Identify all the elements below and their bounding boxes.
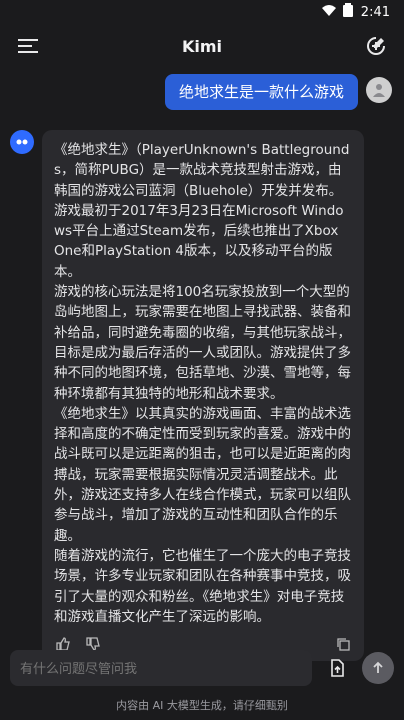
user-message-bubble: 绝地求生是一款什么游戏: [164, 74, 358, 110]
menu-icon[interactable]: [16, 34, 40, 58]
status-time: 2:41: [360, 4, 390, 20]
status-bar: 2:41: [0, 0, 404, 24]
battery-icon: [342, 3, 353, 21]
page-title: Kimi: [181, 36, 223, 56]
user-avatar-icon[interactable]: [366, 77, 392, 103]
assistant-message-text: 《绝地求生》（PlayerUnknown's Battlegrounds，简称P…: [54, 142, 351, 625]
wifi-icon: [321, 3, 337, 21]
footer-disclaimer: 内容由 AI 大模型生成，请仔细甄别: [116, 699, 288, 712]
composer: [0, 645, 404, 691]
status-icons: [321, 3, 353, 21]
assistant-avatar-row: [10, 130, 34, 154]
assistant-message-bubble: 《绝地求生》（PlayerUnknown's Battlegrounds，简称P…: [42, 130, 364, 662]
bot-avatar-icon: [10, 130, 34, 154]
new-chat-icon[interactable]: [364, 34, 388, 58]
user-message-row: 绝地求生是一款什么游戏: [0, 74, 404, 110]
upload-file-icon[interactable]: [320, 651, 354, 685]
app-header: Kimi: [0, 24, 404, 68]
send-arrow-icon[interactable]: [362, 652, 394, 684]
message-input[interactable]: [10, 650, 312, 686]
